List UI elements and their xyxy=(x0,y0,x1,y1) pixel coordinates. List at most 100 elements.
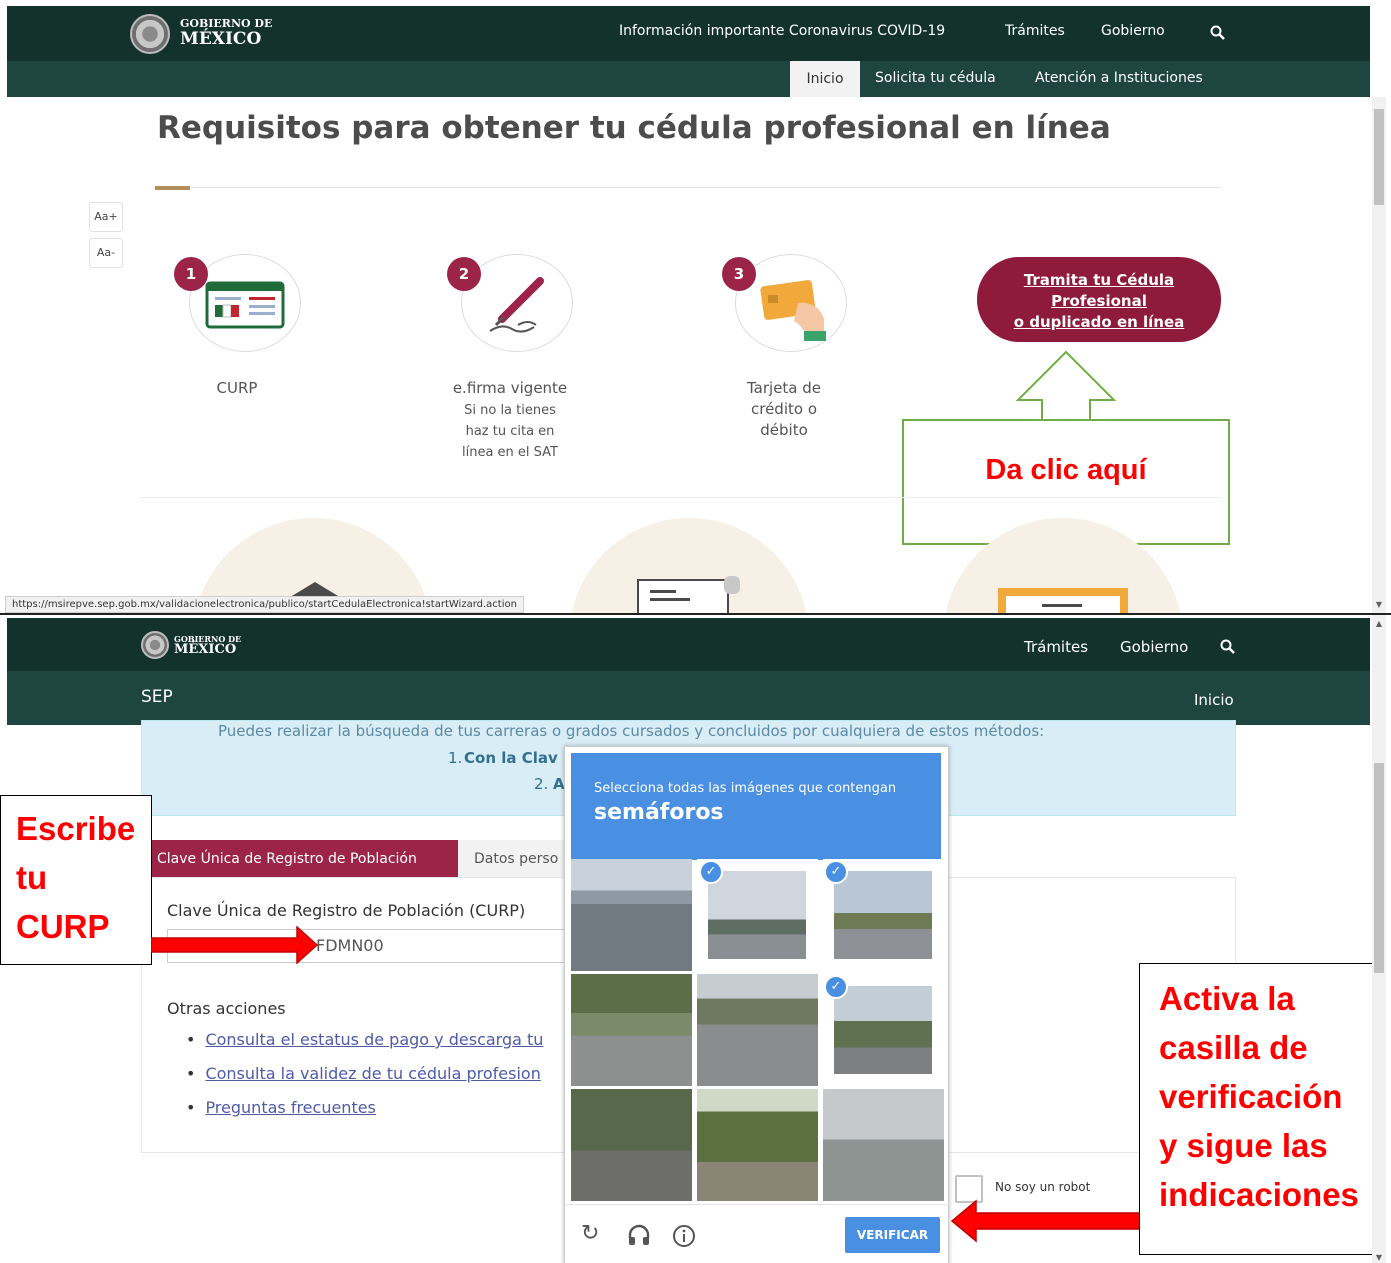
captcha-tile-image xyxy=(708,871,806,959)
callout-escribe-curp: Escribe tu CURP xyxy=(0,795,152,965)
nav-covid-link[interactable]: Información importante Coronavirus COVID… xyxy=(619,23,945,39)
callout-activa-line5: indicaciones xyxy=(1159,1176,1359,1213)
search-icon-bottom[interactable] xyxy=(1219,638,1237,656)
certificate-icon xyxy=(998,588,1128,613)
step2-desc-3: línea en el SAT xyxy=(462,445,558,460)
nav-tramites-link[interactable]: Trámites xyxy=(1005,23,1065,39)
step2-label: e.firma vigente xyxy=(452,379,568,397)
pen-signature-icon xyxy=(489,277,544,333)
callout-activa-line1: Activa la xyxy=(1159,980,1295,1017)
section-divider xyxy=(140,497,1221,498)
sep-brand[interactable]: SEP xyxy=(141,687,173,707)
captcha-tile[interactable] xyxy=(697,1089,818,1201)
captcha-tile[interactable] xyxy=(571,859,692,971)
captcha-tile[interactable] xyxy=(571,974,692,1086)
callout-activa-line2: casilla de xyxy=(1159,1029,1308,1066)
captcha-header: Selecciona todas las imágenes que conten… xyxy=(571,753,941,860)
info-item1: Con la Clav xyxy=(464,749,558,767)
verificar-button[interactable]: VERIFICAR xyxy=(845,1217,940,1253)
step3-desc-1: crédito o xyxy=(750,400,817,418)
captcha-tile[interactable] xyxy=(571,1089,692,1201)
consulta-validez-link[interactable]: Consulta la validez de tu cédula profesi… xyxy=(205,1064,540,1083)
search-icon[interactable] xyxy=(1209,24,1227,42)
tab-curp[interactable]: Clave Única de Registro de Población xyxy=(148,840,458,878)
logo-line2[interactable]: MÉXICO xyxy=(180,29,261,49)
callout-activa-line4: y sigue las xyxy=(1159,1127,1328,1164)
document-icon xyxy=(637,576,740,613)
left-arrow-icon xyxy=(950,1199,1147,1243)
subnav-atencion-link[interactable]: Atención a Instituciones xyxy=(1035,70,1203,86)
info-icon[interactable] xyxy=(672,1224,696,1248)
info-text: Puedes realizar la búsqueda de tus carre… xyxy=(218,722,1045,740)
logo-line2-bottom[interactable]: MÉXICO xyxy=(174,642,236,657)
step1-label: CURP xyxy=(216,379,258,397)
step2-desc-2: haz tu cita en xyxy=(465,424,555,439)
right-arrow-icon xyxy=(151,926,319,964)
subnav-solicita-link[interactable]: Solicita tu cédula xyxy=(875,70,996,86)
step3-desc-2: débito xyxy=(760,421,808,439)
step3-badge: 3 xyxy=(722,257,756,291)
step3-label: Tarjeta de xyxy=(746,379,822,397)
captcha-tile[interactable] xyxy=(823,1089,944,1201)
no-soy-robot-label: No soy un robot xyxy=(995,1180,1091,1194)
credit-card-icon xyxy=(760,280,826,341)
captcha-tile-image xyxy=(834,871,932,959)
tramita-cedula-button[interactable]: Tramita tu Cédula Profesional o duplicad… xyxy=(977,257,1221,342)
id-card-icon xyxy=(205,281,285,329)
font-increase-button[interactable]: Aa+ xyxy=(89,202,123,232)
captcha-footer-divider xyxy=(565,1204,950,1205)
cta-line3: o duplicado en línea xyxy=(1013,313,1185,331)
tab-datos-personales[interactable]: Datos perso xyxy=(458,840,568,878)
info-item2-num: 2. xyxy=(534,775,549,793)
info-item1-num: 1. xyxy=(448,749,463,767)
subnav-inicio-tab[interactable]: Inicio xyxy=(790,61,860,97)
callout-curp-line2: tu xyxy=(16,859,48,896)
step1-badge: 1 xyxy=(174,257,208,291)
scroll-up-arrow-icon[interactable]: ▲ xyxy=(1374,619,1384,629)
curp-field-label: Clave Única de Registro de Población (CU… xyxy=(167,901,526,920)
callout-activa-line3: verificación xyxy=(1159,1078,1343,1115)
top-scroll-thumb[interactable] xyxy=(1374,109,1384,205)
list-item: • Consulta la validez de tu cédula profes… xyxy=(186,1064,541,1083)
captcha-challenge: Selecciona todas las imágenes que conten… xyxy=(564,746,950,1263)
title-accent xyxy=(155,186,190,190)
font-decrease-button[interactable]: Aa- xyxy=(89,238,123,268)
captcha-tile-image xyxy=(834,986,932,1074)
info-item2: A xyxy=(553,775,565,793)
step2-badge: 2 xyxy=(447,257,481,291)
reload-icon[interactable]: ↻ xyxy=(581,1221,599,1246)
bottom-scroll-thumb[interactable] xyxy=(1374,763,1384,973)
list-item: • Consulta el estatus de pago y descarga … xyxy=(186,1030,544,1049)
bottom-scrollbar[interactable]: ▲ ▼ xyxy=(1372,615,1386,1263)
page-title: Requisitos para obtener tu cédula profes… xyxy=(157,110,1111,146)
headphones-icon[interactable] xyxy=(627,1224,651,1246)
nav-tramites-link-bottom[interactable]: Trámites xyxy=(1024,638,1088,656)
captcha-tile[interactable] xyxy=(697,974,818,1086)
captcha-keyword: semáforos xyxy=(594,800,724,825)
mexico-seal-icon[interactable] xyxy=(130,14,170,54)
scroll-down-arrow-icon-bottom[interactable]: ▼ xyxy=(1374,1253,1384,1263)
callout-curp-line1: Escribe xyxy=(16,810,136,847)
bottom-screen: GOBIERNO DE MÉXICO Trámites Gobierno SEP… xyxy=(0,613,1391,1263)
top-scrollbar[interactable]: ▼ xyxy=(1372,97,1386,613)
top-screen: GOBIERNO DE MÉXICO Información important… xyxy=(0,0,1391,613)
nav-gobierno-link-bottom[interactable]: Gobierno xyxy=(1120,638,1188,656)
sep-inicio-link[interactable]: Inicio xyxy=(1194,691,1234,709)
selected-check-icon: ✓ xyxy=(824,860,848,884)
selected-check-icon: ✓ xyxy=(699,860,723,884)
nav-gobierno-link[interactable]: Gobierno xyxy=(1101,23,1165,39)
mexico-seal-icon-bottom[interactable] xyxy=(141,631,169,659)
list-item: • Preguntas frecuentes xyxy=(186,1098,376,1117)
callout-up-arrow-icon xyxy=(1016,350,1116,421)
title-divider xyxy=(190,187,1221,188)
sep-navbar xyxy=(7,671,1370,725)
cta-line2: Profesional xyxy=(1051,292,1147,310)
callout-activa-casilla: Activa la casilla de verificación y sigu… xyxy=(1139,963,1379,1255)
preguntas-frecuentes-link[interactable]: Preguntas frecuentes xyxy=(205,1098,375,1117)
callout-curp-line3: CURP xyxy=(16,908,110,945)
otras-acciones-heading: Otras acciones xyxy=(167,999,286,1018)
status-bar-url: https://msirepve.sep.gob.mx/validacionel… xyxy=(5,596,524,613)
cta-line1: Tramita tu Cédula xyxy=(1023,271,1175,289)
consulta-estatus-link[interactable]: Consulta el estatus de pago y descarga t… xyxy=(205,1030,543,1049)
scroll-down-arrow-icon[interactable]: ▼ xyxy=(1374,600,1384,610)
